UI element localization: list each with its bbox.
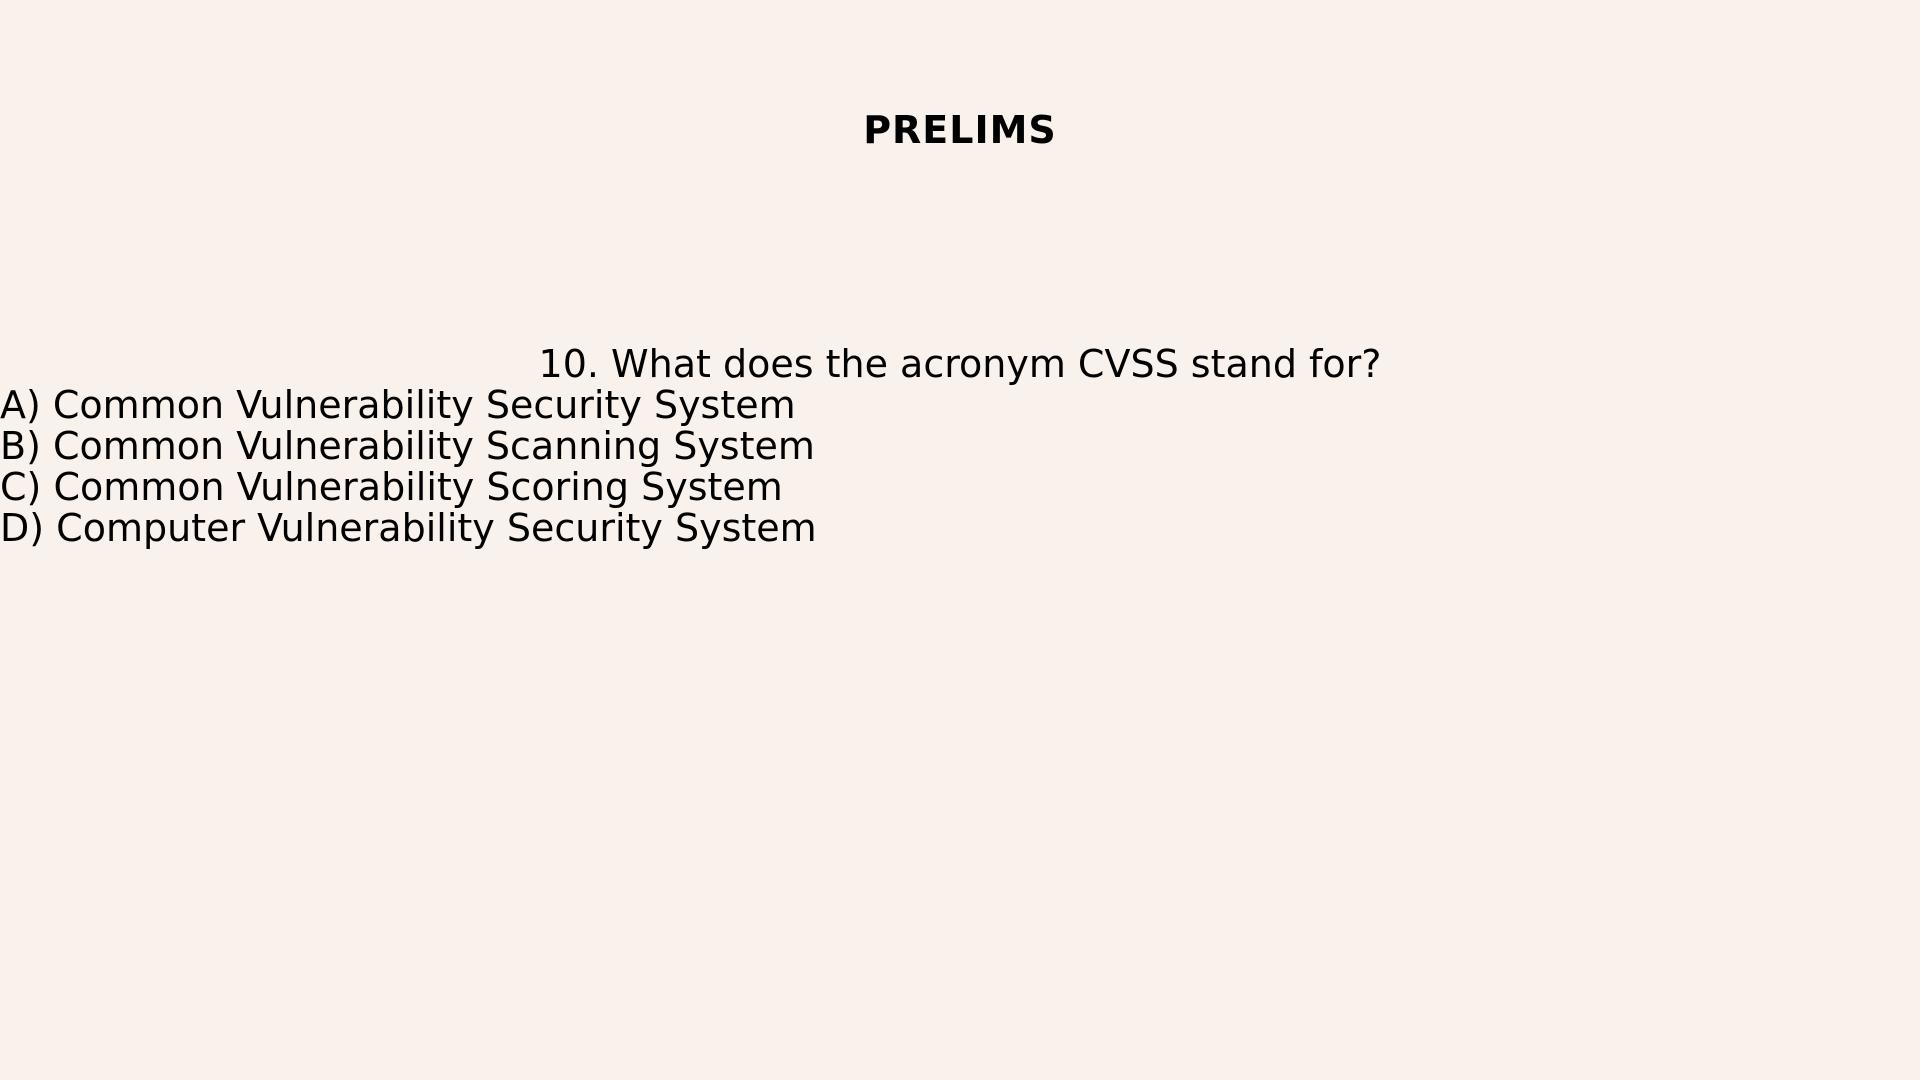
slide-title: PRELIMS [863,108,1057,152]
quiz-slide: PRELIMS 10. What does the acronym CVSS s… [0,0,1920,1080]
answer-option-c[interactable]: C) Common Vulnerability Scoring System [0,467,1920,508]
question-text: 10. What does the acronym CVSS stand for… [538,342,1382,386]
answer-option-a[interactable]: A) Common Vulnerability Security System [0,385,1920,426]
answer-option-b[interactable]: B) Common Vulnerability Scanning System [0,426,1920,467]
question-block: 10. What does the acronym CVSS stand for… [0,344,1920,549]
answer-options: A) Common Vulnerability Security System … [0,385,1920,549]
answer-option-d[interactable]: D) Computer Vulnerability Security Syste… [0,508,1920,549]
